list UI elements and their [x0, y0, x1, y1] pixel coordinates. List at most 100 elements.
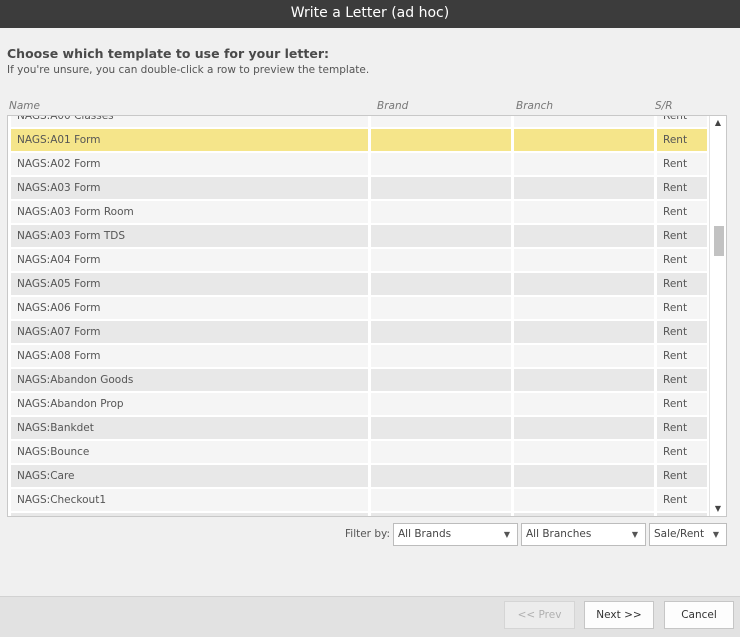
- cell-name: NAGS:Bankdet: [11, 417, 368, 439]
- cell-sr: Rent: [657, 249, 707, 271]
- cell-sr: Rent: [657, 417, 707, 439]
- cell-name: NAGS:A03 Form: [11, 177, 368, 199]
- cell-name: NAGS:Care: [11, 465, 368, 487]
- cell-sr: Rent: [657, 393, 707, 415]
- table-row[interactable]: NAGS:A01 Form Rent: [8, 128, 710, 152]
- cell-branch: [514, 129, 654, 151]
- cell-brand: [371, 177, 511, 199]
- cell-brand: [371, 297, 511, 319]
- table-row[interactable]: NAGS:Care Rent: [8, 464, 710, 488]
- cell-branch: [514, 153, 654, 175]
- cell-brand: [371, 489, 511, 511]
- table-row[interactable]: NAGS:A03 Form TDS Rent: [8, 224, 710, 248]
- template-grid[interactable]: NAGS:A00 Classes Rent NAGS:A01 Form Rent NAG…: [7, 115, 727, 517]
- column-header-branch[interactable]: Branch: [516, 100, 553, 112]
- prev-button[interactable]: << Prev: [504, 601, 575, 629]
- cell-brand: [371, 273, 511, 295]
- page-subheading: If you're unsure, you can double-click a…: [7, 64, 370, 76]
- table-row[interactable]: NAGS:Checkout1 Rent: [8, 488, 710, 512]
- cell-sr: Rent: [657, 201, 707, 223]
- scroll-up-arrow-icon[interactable]: ▲: [710, 116, 726, 130]
- table-row[interactable]: NAGS:A02 Form Rent: [8, 152, 710, 176]
- cell-brand: [371, 153, 511, 175]
- cell-sr: Rent: [657, 177, 707, 199]
- cell-name: NAGS:A07 Form: [11, 321, 368, 343]
- window-title: Write a Letter (ad hoc): [290, 5, 450, 21]
- cell-branch: [514, 441, 654, 463]
- cell-sr: Rent: [657, 297, 707, 319]
- cell-name: NAGS:Abandon Goods: [11, 369, 368, 391]
- cell-sr: Rent: [657, 273, 707, 295]
- cell-sr: Rent: [657, 513, 707, 516]
- cell-sr: Rent: [657, 129, 707, 151]
- cell-name: NAGS:A00 Classes: [11, 116, 368, 127]
- column-header-name[interactable]: Name: [9, 100, 40, 112]
- cell-brand: [371, 321, 511, 343]
- table-row[interactable]: NAGS:A03 Form Room Rent: [8, 200, 710, 224]
- cell-branch: [514, 465, 654, 487]
- column-header-brand[interactable]: Brand: [377, 100, 408, 112]
- cell-name: NAGS:Abandon Prop: [11, 393, 368, 415]
- cell-brand: [371, 116, 511, 127]
- cancel-button[interactable]: Cancel: [664, 601, 734, 629]
- table-row[interactable]: NAGS:A06 Form Rent: [8, 296, 710, 320]
- cell-brand: [371, 249, 511, 271]
- vertical-scrollbar[interactable]: ▲ ▼: [709, 116, 726, 516]
- cell-sr: Rent: [657, 321, 707, 343]
- cell-sr: Rent: [657, 441, 707, 463]
- table-row[interactable]: NAGS:A00 Classes Rent: [8, 116, 710, 128]
- brand-filter-value: All Brands: [398, 528, 452, 540]
- table-row[interactable]: NAGS:A08 Form Rent: [8, 344, 710, 368]
- branch-filter-select[interactable]: All Branches ▼: [521, 523, 646, 546]
- cell-sr: Rent: [657, 369, 707, 391]
- column-header-sr[interactable]: S/R: [655, 100, 673, 112]
- cell-branch: [514, 321, 654, 343]
- table-row[interactable]: NAGS:A04 Form Rent: [8, 248, 710, 272]
- cell-branch: [514, 201, 654, 223]
- cell-branch: [514, 417, 654, 439]
- cell-brand: [371, 369, 511, 391]
- window-title-bar: Write a Letter (ad hoc): [0, 0, 740, 28]
- cell-branch: [514, 273, 654, 295]
- scroll-down-arrow-icon[interactable]: ▼: [710, 502, 726, 516]
- table-row[interactable]: NAGS:A07 Form Rent: [8, 320, 710, 344]
- cell-name: NAGS:Checkout2: [11, 513, 368, 516]
- cell-sr: Rent: [657, 489, 707, 511]
- template-rows: NAGS:A00 Classes Rent NAGS:A01 Form Rent NAG…: [8, 116, 710, 516]
- cell-name: NAGS:A03 Form Room: [11, 201, 368, 223]
- chevron-down-icon: ▼: [712, 530, 719, 539]
- cell-name: NAGS:Checkout1: [11, 489, 368, 511]
- table-row[interactable]: NAGS:Bounce Rent: [8, 440, 710, 464]
- chevron-down-icon: ▼: [631, 530, 638, 539]
- table-row[interactable]: NAGS:Abandon Goods Rent: [8, 368, 710, 392]
- table-row[interactable]: NAGS:Checkout2 Rent: [8, 512, 710, 516]
- cell-branch: [514, 393, 654, 415]
- cell-brand: [371, 465, 511, 487]
- cell-branch: [514, 225, 654, 247]
- cell-brand: [371, 417, 511, 439]
- chevron-down-icon: ▼: [503, 530, 510, 539]
- scroll-thumb[interactable]: [714, 226, 724, 256]
- cell-branch: [514, 369, 654, 391]
- next-button[interactable]: Next >>: [584, 601, 654, 629]
- cell-sr: Rent: [657, 465, 707, 487]
- table-row[interactable]: NAGS:Bankdet Rent: [8, 416, 710, 440]
- table-row[interactable]: NAGS:A05 Form Rent: [8, 272, 710, 296]
- table-row[interactable]: NAGS:Abandon Prop Rent: [8, 392, 710, 416]
- sale-rent-filter-select[interactable]: Sale/Rent ▼: [649, 523, 727, 546]
- filter-label: Filter by:: [345, 528, 390, 540]
- cell-brand: [371, 441, 511, 463]
- page-heading: Choose which template to use for your le…: [7, 46, 329, 61]
- table-row[interactable]: NAGS:A03 Form Rent: [8, 176, 710, 200]
- cell-brand: [371, 345, 511, 367]
- cell-name: NAGS:A03 Form TDS: [11, 225, 368, 247]
- sale-rent-filter-value: Sale/Rent: [654, 528, 705, 540]
- cell-branch: [514, 116, 654, 127]
- branch-filter-value: All Branches: [526, 528, 592, 540]
- cell-name: NAGS:A06 Form: [11, 297, 368, 319]
- cell-sr: Rent: [657, 345, 707, 367]
- cell-name: NAGS:A08 Form: [11, 345, 368, 367]
- cell-sr: Rent: [657, 225, 707, 247]
- cell-name: NAGS:A04 Form: [11, 249, 368, 271]
- brand-filter-select[interactable]: All Brands ▼: [393, 523, 518, 546]
